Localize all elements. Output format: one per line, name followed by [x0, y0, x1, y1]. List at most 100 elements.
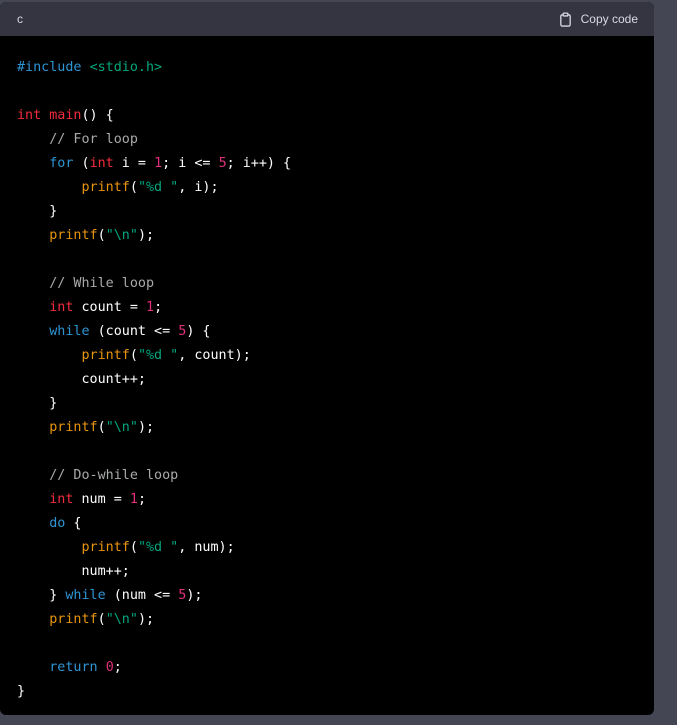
code-text: count =	[73, 300, 146, 315]
code-text: );	[137, 228, 155, 243]
comment: // Do-while loop	[49, 468, 179, 483]
code-text: num =	[73, 492, 130, 507]
code-line: printf("\n");	[17, 416, 637, 440]
copy-code-button[interactable]: Copy code	[558, 11, 638, 27]
function-call: printf	[49, 420, 98, 435]
code-line: num++;	[17, 560, 637, 584]
code-text: (	[97, 420, 106, 435]
code-editor[interactable]: #include <stdio.h> int main() { // For lo…	[0, 36, 654, 704]
code-text: ; i <=	[162, 156, 219, 171]
code-text: (	[97, 228, 106, 243]
code-text: (	[97, 612, 106, 627]
code-text: ) {	[186, 324, 211, 339]
code-text: i =	[113, 156, 155, 171]
string-literal: "\n"	[105, 228, 138, 243]
code-text: count++;	[17, 372, 146, 387]
code-text: , num);	[178, 540, 235, 555]
clipboard-icon	[558, 11, 573, 27]
code-text: }	[17, 204, 58, 219]
code-text: , i);	[178, 180, 219, 195]
string-literal: "%d "	[137, 348, 179, 363]
code-line: while (count <= 5) {	[17, 320, 637, 344]
code-text: ;	[154, 300, 163, 315]
code-text: );	[137, 420, 155, 435]
code-text: }	[17, 396, 58, 411]
code-line: printf("\n");	[17, 224, 637, 248]
function-call: printf	[81, 540, 130, 555]
keyword: #include	[17, 60, 90, 75]
code-line: }	[17, 392, 637, 416]
type-keyword: int	[17, 108, 42, 123]
code-text: (	[129, 348, 138, 363]
code-text: (num <=	[105, 588, 179, 603]
code-line: }	[17, 680, 637, 704]
keyword: return	[49, 660, 98, 675]
number-literal: 1	[129, 492, 138, 507]
string-literal: <stdio.h>	[89, 60, 163, 75]
string-literal: "%d "	[137, 540, 179, 555]
function-call: printf	[49, 612, 98, 627]
keyword: for	[49, 156, 74, 171]
code-line: }	[17, 200, 637, 224]
keyword: while	[65, 588, 106, 603]
code-line: // While loop	[17, 272, 637, 296]
function-name: main	[49, 108, 82, 123]
code-line: int num = 1;	[17, 488, 637, 512]
code-text: (	[129, 180, 138, 195]
code-line: printf("%d ", i);	[17, 176, 637, 200]
type-keyword: int	[49, 492, 74, 507]
code-text: }	[17, 684, 26, 699]
type-keyword: int	[89, 156, 114, 171]
code-line: printf("%d ", num);	[17, 536, 637, 560]
code-line: for (int i = 1; i <= 5; i++) {	[17, 152, 637, 176]
code-line: printf("%d ", count);	[17, 344, 637, 368]
code-text: );	[137, 612, 155, 627]
code-text: }	[17, 588, 66, 603]
code-text: (count <=	[89, 324, 179, 339]
code-line: int count = 1;	[17, 296, 637, 320]
function-call: printf	[81, 180, 130, 195]
code-text: {	[65, 516, 82, 531]
function-call: printf	[81, 348, 130, 363]
keyword: while	[49, 324, 90, 339]
number-literal: 1	[154, 156, 163, 171]
keyword: do	[49, 516, 66, 531]
code-text: , count);	[178, 348, 251, 363]
code-line: printf("\n");	[17, 608, 637, 632]
copy-code-label: Copy code	[580, 12, 638, 26]
code-text: (	[129, 540, 138, 555]
code-line: } while (num <= 5);	[17, 584, 637, 608]
comment: // While loop	[49, 276, 155, 291]
code-line: return 0;	[17, 656, 637, 680]
code-text: ; i++) {	[226, 156, 292, 171]
string-literal: "%d "	[137, 180, 179, 195]
code-line: int main() {	[17, 104, 637, 128]
number-literal: 5	[218, 156, 227, 171]
code-text: num++;	[17, 564, 130, 579]
code-text: (	[73, 156, 90, 171]
code-line: #include <stdio.h>	[17, 56, 637, 80]
code-line: // Do-while loop	[17, 464, 637, 488]
code-block: c Copy code #include <stdio.h> int main()…	[0, 2, 654, 715]
string-literal: "\n"	[105, 612, 138, 627]
